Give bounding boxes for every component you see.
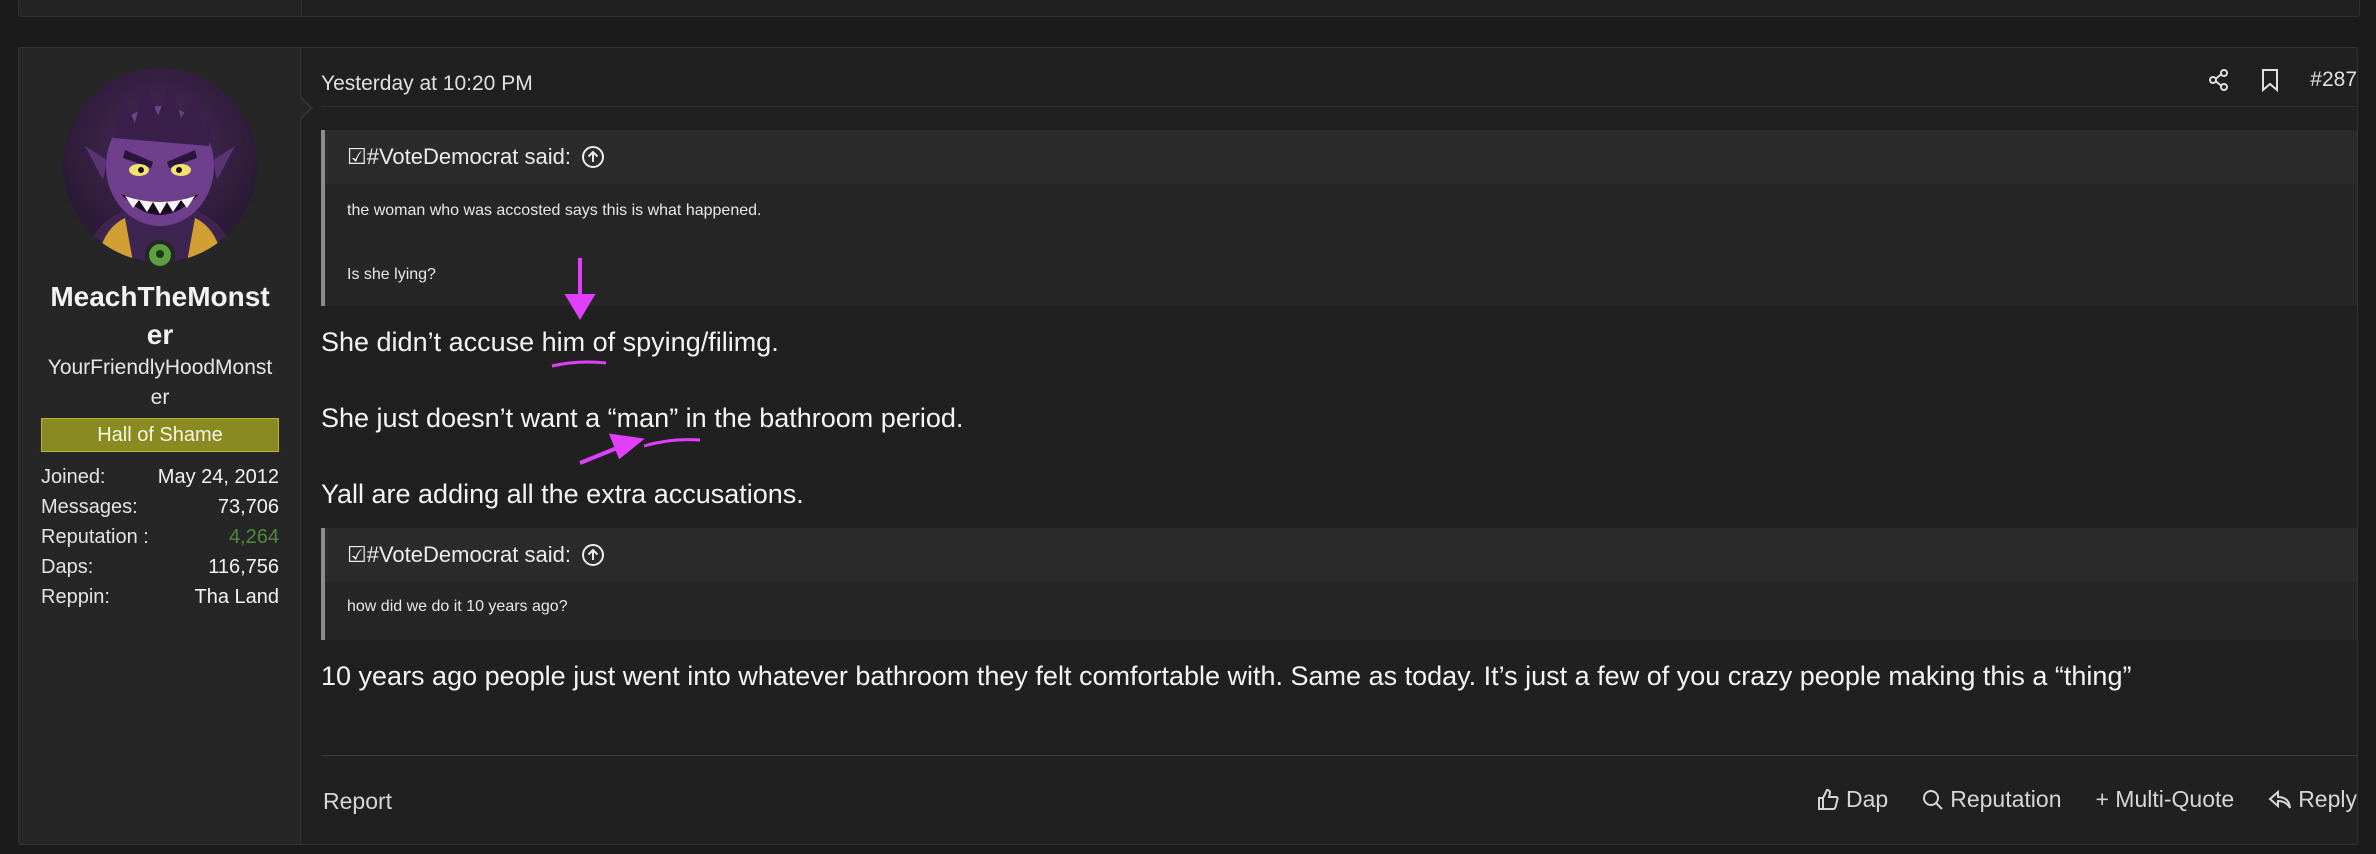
- dap-button[interactable]: Dap: [1816, 786, 1888, 813]
- report-button[interactable]: Report: [323, 788, 392, 815]
- quote-header[interactable]: ☑#VoteDemocrat said:: [325, 130, 2357, 184]
- avatar-image: [83, 80, 237, 262]
- share-icon[interactable]: [2208, 69, 2230, 91]
- stat-reputation: Reputation :4,264: [41, 526, 279, 548]
- post-text: Yall are adding all the extra accusation…: [321, 479, 804, 509]
- user-title: YourFriendlyHoodMonst er: [47, 356, 273, 409]
- reply-button[interactable]: Reply: [2268, 786, 2357, 813]
- user-stats: Joined: May 24, 2012 Messages: 73,706 Repu…: [41, 462, 279, 612]
- post-text: She just doesn’t want a “man” in the bat…: [321, 403, 964, 433]
- username[interactable]: MeachTheMonst er: [29, 278, 291, 354]
- quote-line: the woman who was accosted says this is …: [347, 202, 762, 219]
- quote-line: Is she lying?: [347, 266, 436, 283]
- bookmark-icon[interactable]: [2260, 68, 2280, 92]
- up-arrow-circle-icon[interactable]: [581, 543, 605, 567]
- search-icon: [1923, 789, 1943, 810]
- post-date[interactable]: Yesterday at 10:20 PM: [321, 72, 533, 96]
- stat-daps: Daps: 116,756: [41, 556, 279, 578]
- online-status-icon: [145, 240, 175, 270]
- user-banner: Hall of Shame: [41, 418, 279, 452]
- thumbs-up-icon: [1818, 788, 1839, 810]
- post-text: She didn’t accuse him of spying/filimg.: [321, 327, 779, 357]
- reply-icon: [2268, 789, 2292, 809]
- post-text: 10 years ago people just went into whate…: [321, 661, 2132, 691]
- stat-messages: Messages: 73,706: [41, 496, 279, 518]
- reputation-button[interactable]: Reputation: [1922, 786, 2061, 813]
- quote-author[interactable]: ☑#VoteDemocrat said:: [347, 542, 571, 568]
- quote-block: ☑#VoteDemocrat said: the woman who was a…: [321, 130, 2357, 306]
- post-footer-actions: Dap Reputation + Multi-Quote Reply: [1816, 786, 2357, 813]
- stat-reppin: Reppin: Tha Land: [41, 586, 279, 608]
- post-header-actions: #287: [2208, 68, 2357, 92]
- post-number[interactable]: #287: [2310, 68, 2357, 92]
- quote-header[interactable]: ☑#VoteDemocrat said:: [325, 528, 2357, 582]
- up-arrow-circle-icon[interactable]: [581, 145, 605, 169]
- quote-block: ☑#VoteDemocrat said: how did we do it 10…: [321, 528, 2357, 640]
- quote-line: how did we do it 10 years ago?: [347, 598, 568, 615]
- forum-post: MeachTheMonst er YourFriendlyHoodMonst er …: [18, 47, 2358, 845]
- multi-quote-button[interactable]: + Multi-Quote: [2095, 786, 2234, 813]
- avatar[interactable]: [63, 68, 257, 270]
- stat-joined: Joined: May 24, 2012: [41, 466, 279, 488]
- user-sidebar: MeachTheMonst er YourFriendlyHoodMonst er …: [19, 48, 301, 844]
- post-main: Yesterday at 10:20 PM #287 ☑#VoteDemocra…: [301, 48, 2357, 844]
- quote-author[interactable]: ☑#VoteDemocrat said:: [347, 144, 571, 170]
- previous-post-edge: [18, 0, 2360, 17]
